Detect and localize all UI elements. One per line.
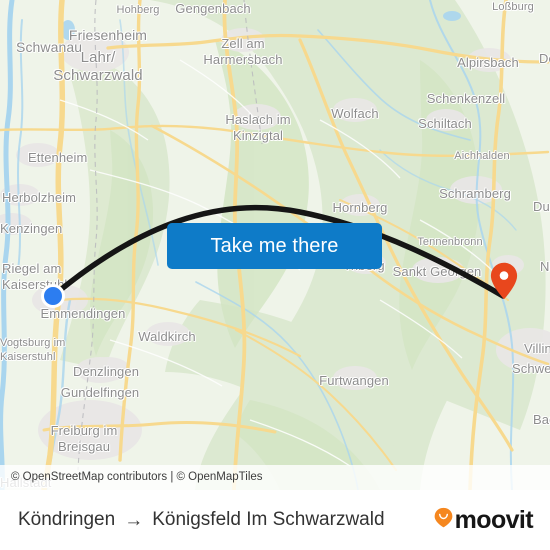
trip-origin-label: Köndringen	[18, 509, 116, 530]
moovit-map-screenshot: Hohberg Gengenbach Loßburg Friesenheim Zell …	[0, 0, 550, 550]
trip-title: Köndringen → Königsfeld Im Schwarzwald	[18, 509, 385, 531]
destination-pin-icon[interactable]	[490, 262, 518, 300]
moovit-pin-icon	[434, 507, 453, 533]
footer-bar: Köndringen → Königsfeld Im Schwarzwald m…	[0, 490, 550, 550]
trip-destination-label: Königsfeld Im Schwarzwald	[152, 509, 385, 530]
arrow-right-icon: →	[124, 509, 144, 531]
moovit-wordmark: moovit	[454, 505, 534, 534]
moovit-logo[interactable]: moovit	[434, 505, 534, 534]
take-me-there-button[interactable]: Take me there	[167, 223, 382, 269]
origin-dot-icon[interactable]	[41, 284, 65, 308]
map-view[interactable]: Hohberg Gengenbach Loßburg Friesenheim Zell …	[0, 0, 550, 490]
map-attribution[interactable]: © OpenStreetMap contributors | © OpenMap…	[0, 465, 550, 490]
